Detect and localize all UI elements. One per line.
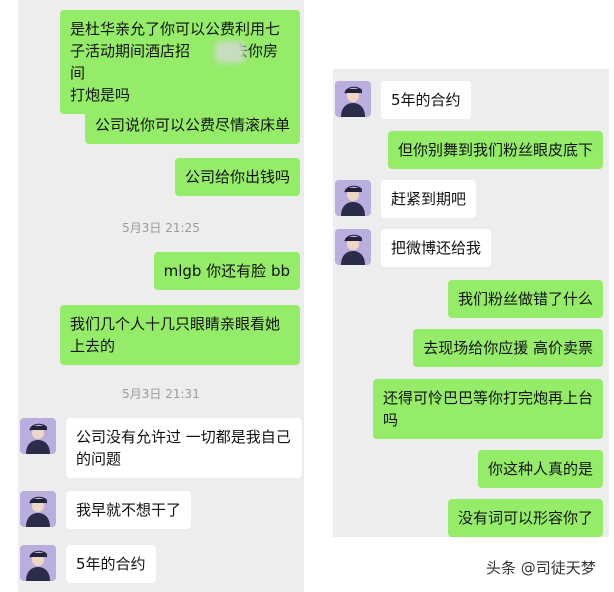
message-bubble[interactable]: 你这种人真的是	[477, 450, 603, 488]
message-received: 赶紧到期吧	[335, 180, 477, 218]
chat-panel-right: 5年的合约 但你别舞到我们粉丝眼皮底下 赶紧到期吧 把微博还给我 我们粉丝做错了…	[333, 69, 609, 537]
timestamp: 5月3日 21:31	[122, 387, 200, 401]
message-bubble[interactable]: 没有词可以形容你了	[447, 499, 603, 537]
avatar[interactable]	[335, 180, 371, 216]
avatar[interactable]	[20, 545, 56, 581]
message-bubble[interactable]: 我们几个人十几只眼睛亲眼看她 上去的	[60, 305, 300, 365]
message-received: 公司没有允许过 一切都是我自己 的问题	[20, 418, 302, 478]
message-received: 把微博还给我	[335, 229, 492, 267]
message-bubble[interactable]: 是杜华亲允了你可以公费利用七 子活动期间酒店招 去你房间 打炮是吗	[60, 10, 300, 114]
avatar-figure-icon	[341, 185, 365, 216]
chat-panel-left: 是杜华亲允了你可以公费利用七 子活动期间酒店招 去你房间 打炮是吗 公司说你可以…	[18, 0, 304, 592]
message-received: 5年的合约	[335, 81, 471, 119]
avatar[interactable]	[335, 81, 371, 117]
message-bubble[interactable]: 公司没有允许过 一切都是我自己 的问题	[66, 418, 302, 478]
message-received: 5年的合约	[20, 545, 156, 583]
watermark: 头条 @司徒天梦	[486, 559, 596, 577]
message-bubble[interactable]: 我们粉丝做错了什么	[447, 280, 603, 318]
message-bubble[interactable]: 5年的合约	[381, 81, 471, 119]
timestamp: 5月3日 21:25	[122, 221, 200, 235]
message-bubble[interactable]: mlgb 你还有脸 bb	[153, 252, 300, 290]
message-bubble[interactable]: 去现场给你应援 高价卖票	[413, 329, 603, 367]
redaction-blur	[215, 41, 245, 63]
message-bubble[interactable]: 把微博还给我	[381, 229, 492, 267]
message-sent: 公司说你可以公费尽情滚床单	[84, 106, 300, 144]
message-sent: 是杜华亲允了你可以公费利用七 子活动期间酒店招 去你房间 打炮是吗	[60, 10, 300, 114]
avatar-figure-icon	[26, 496, 50, 527]
message-bubble[interactable]: 赶紧到期吧	[381, 180, 477, 218]
avatar[interactable]	[335, 229, 371, 265]
message-sent: 去现场给你应援 高价卖票	[413, 329, 603, 367]
message-bubble[interactable]: 公司给你出钱吗	[174, 158, 300, 196]
message-sent: 我们粉丝做错了什么	[447, 280, 603, 318]
avatar-figure-icon	[341, 234, 365, 265]
message-sent: 我们几个人十几只眼睛亲眼看她 上去的	[60, 305, 300, 365]
avatar[interactable]	[20, 418, 56, 454]
avatar-figure-icon	[341, 86, 365, 117]
message-sent: 公司给你出钱吗	[174, 158, 300, 196]
message-received: 我早就不想干了	[20, 491, 192, 529]
message-sent: 没有词可以形容你了	[447, 499, 603, 537]
avatar-figure-icon	[26, 550, 50, 581]
avatar-figure-icon	[26, 423, 50, 454]
message-bubble[interactable]: 但你别舞到我们粉丝眼皮底下	[387, 131, 603, 169]
message-sent: 还得可怜巴巴等你打完炮再上台 吗	[373, 379, 603, 439]
message-bubble[interactable]: 还得可怜巴巴等你打完炮再上台 吗	[373, 379, 603, 439]
message-sent: 但你别舞到我们粉丝眼皮底下	[387, 131, 603, 169]
message-bubble[interactable]: 5年的合约	[66, 545, 156, 583]
message-bubble[interactable]: 我早就不想干了	[66, 491, 192, 529]
message-bubble[interactable]: 公司说你可以公费尽情滚床单	[84, 106, 300, 144]
avatar[interactable]	[20, 491, 56, 527]
message-sent: mlgb 你还有脸 bb	[153, 252, 300, 290]
message-sent: 你这种人真的是	[477, 450, 603, 488]
